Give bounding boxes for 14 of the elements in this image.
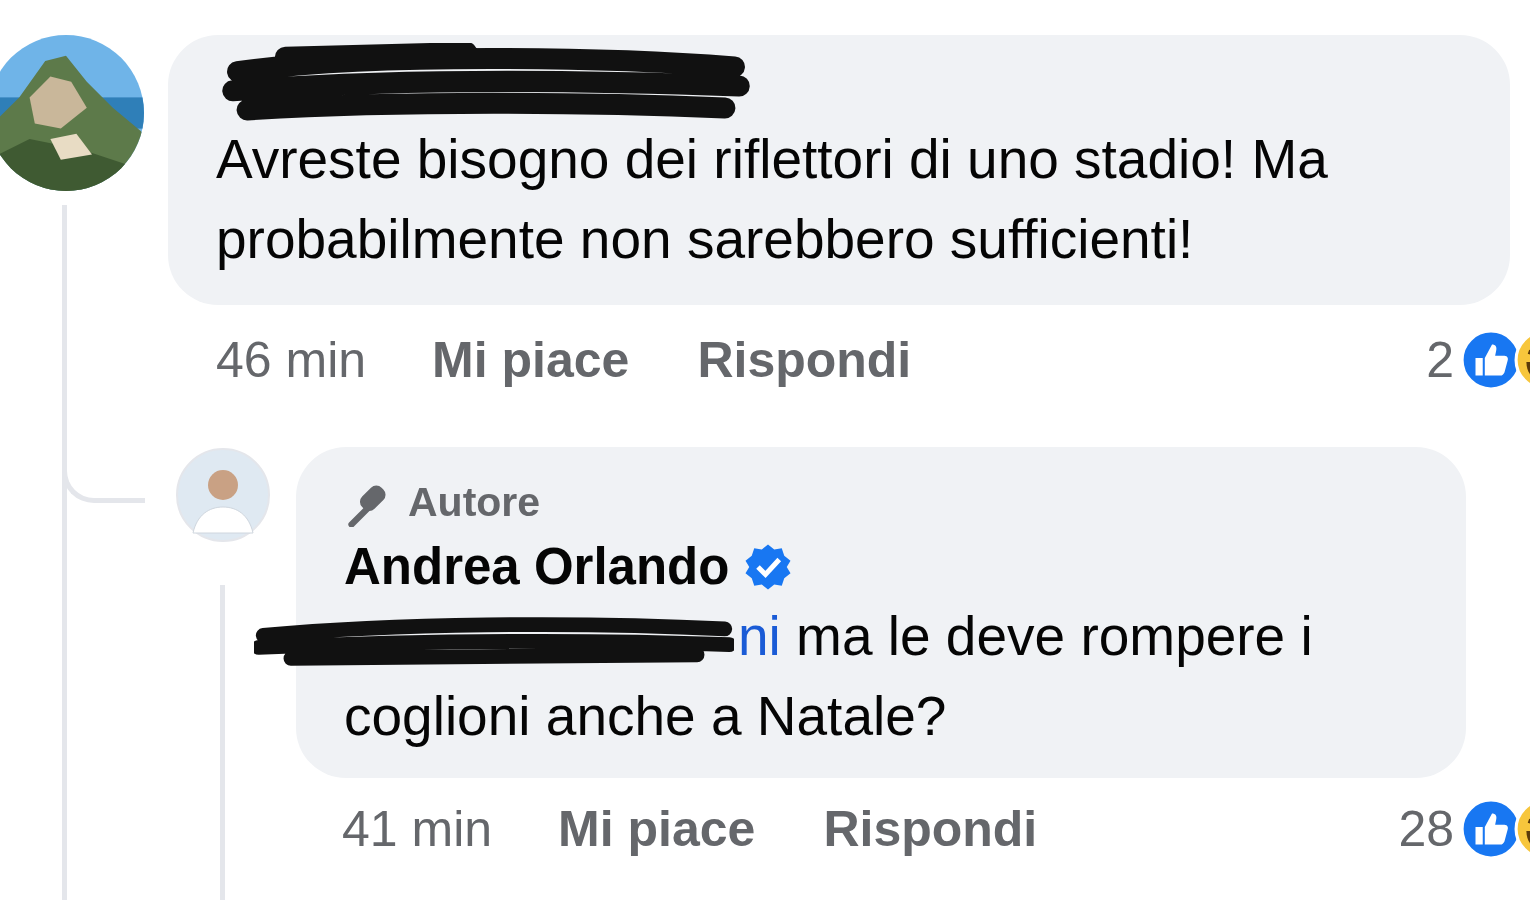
reaction-count: 28 bbox=[1398, 800, 1454, 858]
avatar-icon bbox=[175, 447, 271, 543]
reply-text: ni ma le deve rompere i coglioni anche a Natale? bbox=[344, 596, 1426, 756]
timestamp: 46 min bbox=[216, 331, 367, 389]
timestamp: 41 min bbox=[342, 800, 493, 858]
action-link[interactable]: Mi piace bbox=[432, 331, 630, 389]
mention-link[interactable]: ni bbox=[738, 605, 781, 667]
author-name[interactable]: Andrea Orlando bbox=[344, 537, 730, 596]
author-role-label: Autore bbox=[408, 478, 541, 526]
comment-text: Avreste bisogno dei riflettori di uno stadio! Ma probabilmente non sarebbero sufficienti! bbox=[216, 127, 1329, 272]
action-link[interactable]: Mi piace bbox=[558, 800, 756, 858]
action-link[interactable]: Rispondi bbox=[697, 331, 912, 389]
reaction-count: 2 bbox=[1426, 331, 1454, 389]
action-link[interactable]: Rispondi bbox=[823, 800, 1038, 858]
